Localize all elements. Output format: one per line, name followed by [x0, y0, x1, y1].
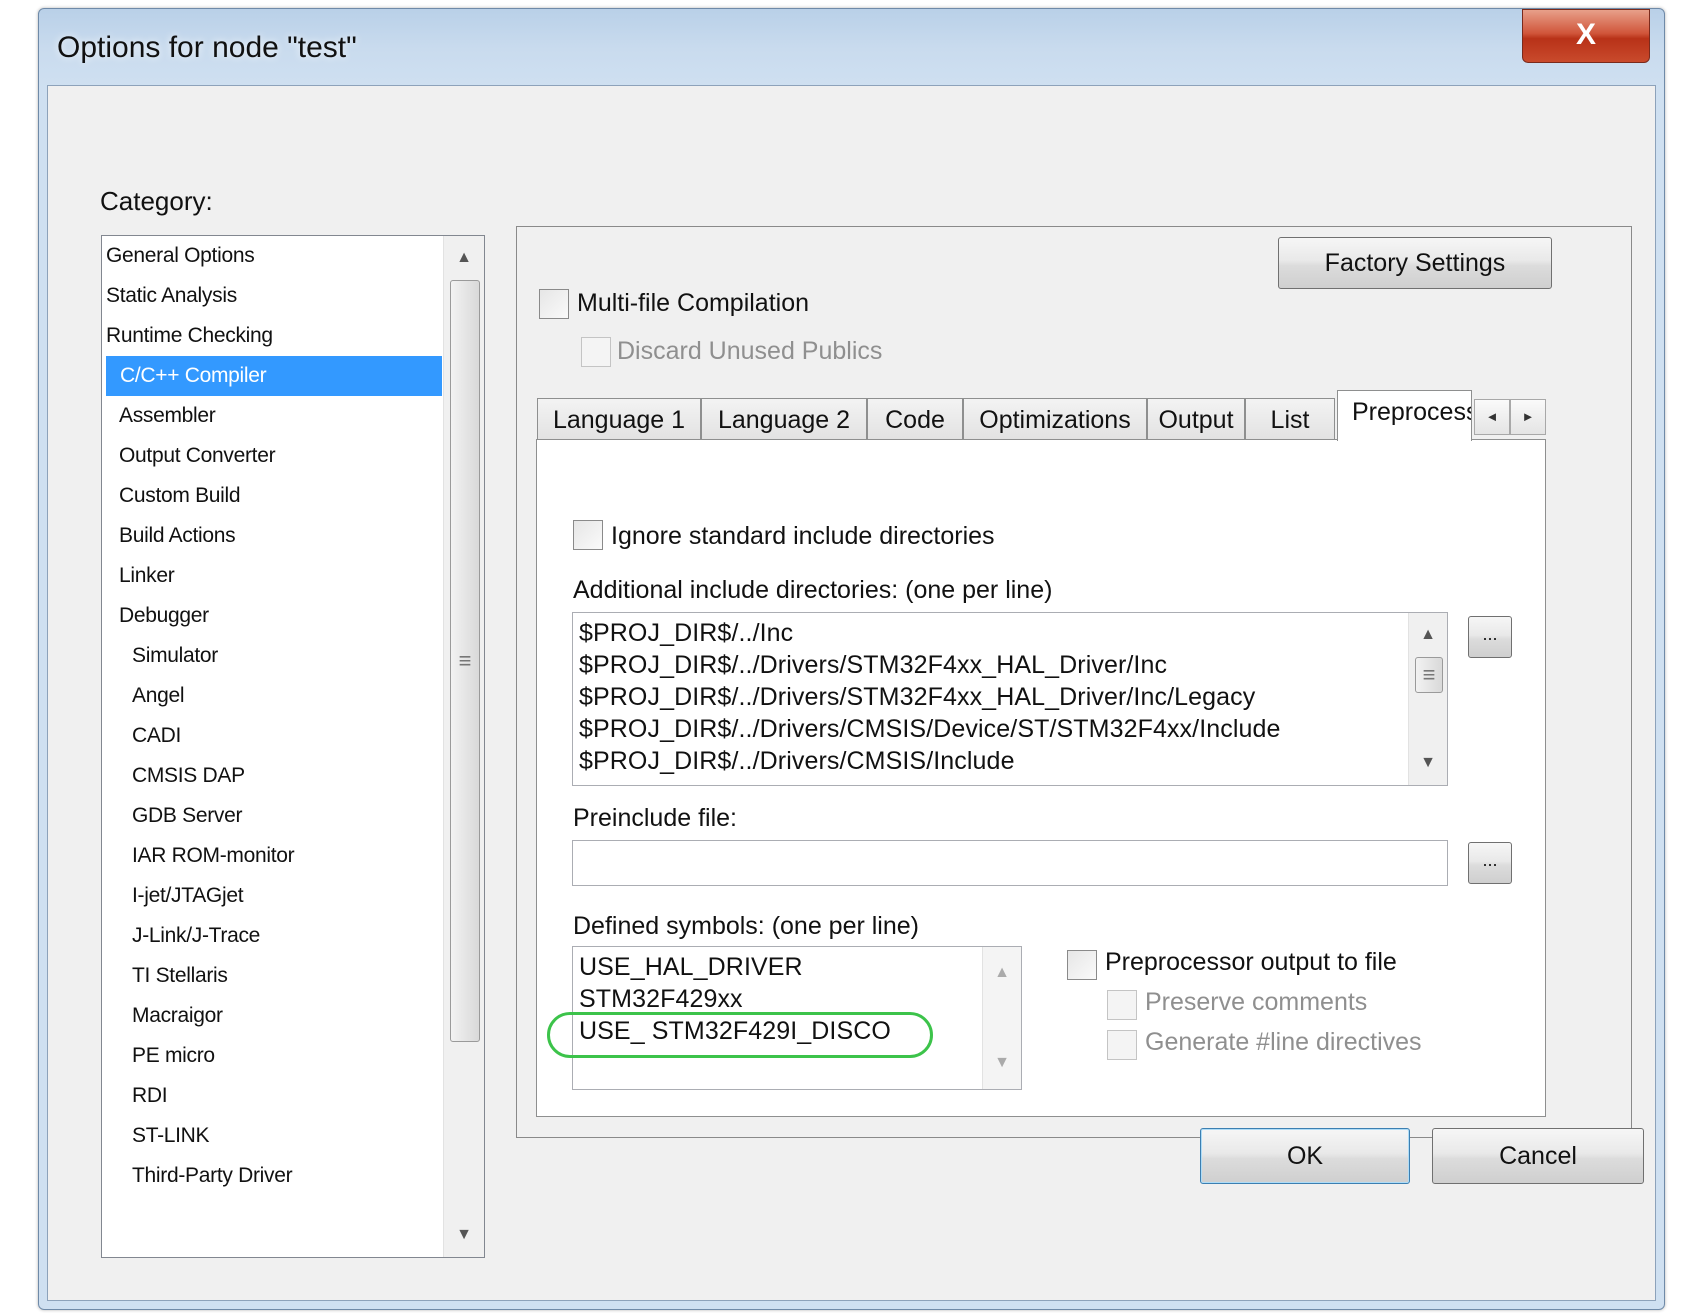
category-item-debugger[interactable]: Debugger	[119, 596, 455, 636]
discard-unused-publics-checkbox[interactable]	[581, 337, 611, 367]
scroll-thumb[interactable]: ≡	[1415, 657, 1443, 693]
tab-preprocessor[interactable]: Preprocessor	[1337, 390, 1472, 441]
discard-unused-publics-label: Discard Unused Publics	[617, 337, 883, 365]
category-item-gdb-server[interactable]: GDB Server	[132, 796, 468, 836]
category-list[interactable]: General Options Static Analysis Runtime …	[101, 235, 485, 1258]
tab-language-1[interactable]: Language 1	[537, 398, 701, 440]
include-dir-line: $PROJ_DIR$/../Inc	[579, 619, 794, 647]
scroll-down-arrow-icon[interactable]: ▼	[983, 1043, 1021, 1083]
tab-code[interactable]: Code	[867, 398, 963, 440]
defined-symbols-scrollbar[interactable]: ▲ ▼	[982, 947, 1021, 1089]
category-item-ti-stellaris[interactable]: TI Stellaris	[132, 956, 468, 996]
multi-file-compilation-label: Multi-file Compilation	[577, 289, 810, 317]
dialog-client-area: Category: General Options Static Analysi…	[47, 85, 1656, 1301]
dialog-title: Options for node "test"	[57, 31, 357, 64]
scroll-down-arrow-icon[interactable]: ▼	[1409, 743, 1447, 783]
category-item-ijet-jtagjet[interactable]: I-jet/JTAGjet	[132, 876, 468, 916]
include-dirs-browse-button[interactable]: ...	[1468, 616, 1512, 658]
category-item-jlink-jtrace[interactable]: J-Link/J-Trace	[132, 916, 468, 956]
tab-output[interactable]: Output	[1147, 398, 1245, 440]
multi-file-compilation-checkbox[interactable]	[539, 289, 569, 319]
category-item-cadi[interactable]: CADI	[132, 716, 468, 756]
category-item-general-options[interactable]: General Options	[106, 236, 442, 276]
cancel-button[interactable]: Cancel	[1432, 1128, 1644, 1184]
preprocessor-output-label: Preprocessor output to file	[1105, 948, 1397, 976]
tab-strip: Language 1 Language 2 Code Optimizations…	[537, 390, 1547, 441]
scroll-up-arrow-icon[interactable]: ▲	[444, 238, 484, 278]
tab-language-2[interactable]: Language 2	[701, 398, 867, 440]
generate-line-directives-label: Generate #line directives	[1145, 1028, 1422, 1056]
category-item-iar-rom-monitor[interactable]: IAR ROM-monitor	[132, 836, 468, 876]
title-bar[interactable]: Options for node "test" X	[39, 9, 1664, 89]
preserve-comments-label: Preserve comments	[1145, 988, 1368, 1016]
preprocessor-tab-page: Ignore standard include directories Addi…	[536, 439, 1546, 1117]
tab-list[interactable]: List	[1245, 398, 1335, 440]
tab-optimizations[interactable]: Optimizations	[963, 398, 1147, 440]
generate-line-directives-checkbox[interactable]	[1107, 1030, 1137, 1060]
preserve-comments-checkbox[interactable]	[1107, 990, 1137, 1020]
preinclude-browse-button[interactable]: ...	[1468, 842, 1512, 884]
category-item-assembler[interactable]: Assembler	[119, 396, 455, 436]
category-item-st-link[interactable]: ST-LINK	[132, 1116, 468, 1156]
defined-symbol-line: USE_HAL_DRIVER	[579, 953, 803, 981]
ignore-standard-include-label: Ignore standard include directories	[611, 522, 995, 550]
highlight-annotation-oval	[547, 1012, 933, 1058]
factory-settings-button[interactable]: Factory Settings	[1278, 237, 1552, 289]
category-item-custom-build[interactable]: Custom Build	[119, 476, 455, 516]
ignore-standard-include-checkbox[interactable]	[573, 520, 603, 550]
defined-symbols-label: Defined symbols: (one per line)	[573, 912, 919, 940]
options-dialog: Options for node "test" X Category: Gene…	[38, 8, 1665, 1310]
scroll-thumb[interactable]: ≡	[450, 280, 480, 1042]
category-item-output-converter[interactable]: Output Converter	[119, 436, 455, 476]
preinclude-file-label: Preinclude file:	[573, 804, 737, 832]
category-label: Category:	[100, 186, 213, 216]
scroll-up-arrow-icon[interactable]: ▲	[1409, 615, 1447, 655]
defined-symbol-line: STM32F429xx	[579, 985, 743, 1013]
options-panel: Factory Settings Multi-file Compilation …	[516, 226, 1632, 1138]
category-item-build-actions[interactable]: Build Actions	[119, 516, 455, 556]
category-item-linker[interactable]: Linker	[119, 556, 455, 596]
category-item-angel[interactable]: Angel	[132, 676, 468, 716]
category-item-macraigor[interactable]: Macraigor	[132, 996, 468, 1036]
category-item-third-party-driver[interactable]: Third-Party Driver	[132, 1156, 468, 1196]
category-item-pe-micro[interactable]: PE micro	[132, 1036, 468, 1076]
category-item-static-analysis[interactable]: Static Analysis	[106, 276, 442, 316]
tab-scroll-left-icon[interactable]: ◄	[1474, 399, 1510, 435]
include-directories-textbox[interactable]: $PROJ_DIR$/../Inc $PROJ_DIR$/../Drivers/…	[572, 612, 1448, 786]
include-directories-label: Additional include directories: (one per…	[573, 576, 1053, 604]
include-dir-line: $PROJ_DIR$/../Drivers/STM32F4xx_HAL_Driv…	[579, 651, 1168, 679]
category-scrollbar[interactable]: ▲ ≡ ▼	[443, 236, 484, 1257]
scroll-down-arrow-icon[interactable]: ▼	[444, 1215, 484, 1255]
scroll-up-arrow-icon[interactable]: ▲	[983, 953, 1021, 993]
tab-scroll-right-icon[interactable]: ►	[1510, 399, 1546, 435]
include-dir-line: $PROJ_DIR$/../Drivers/CMSIS/Include	[579, 747, 1015, 775]
close-button[interactable]: X	[1522, 9, 1650, 63]
preprocessor-output-checkbox[interactable]	[1067, 950, 1097, 980]
include-dir-line: $PROJ_DIR$/../Drivers/CMSIS/Device/ST/ST…	[579, 715, 1281, 743]
category-item-rdi[interactable]: RDI	[132, 1076, 468, 1116]
category-item-runtime-checking[interactable]: Runtime Checking	[106, 316, 442, 356]
preinclude-file-input[interactable]	[572, 840, 1448, 886]
category-item-c-cpp-compiler[interactable]: C/C++ Compiler	[106, 356, 442, 396]
category-item-simulator[interactable]: Simulator	[132, 636, 468, 676]
category-item-cmsis-dap[interactable]: CMSIS DAP	[132, 756, 468, 796]
include-dirs-scrollbar[interactable]: ▲ ≡ ▼	[1408, 613, 1447, 785]
ok-button[interactable]: OK	[1200, 1128, 1410, 1184]
include-dir-line: $PROJ_DIR$/../Drivers/STM32F4xx_HAL_Driv…	[579, 683, 1256, 711]
